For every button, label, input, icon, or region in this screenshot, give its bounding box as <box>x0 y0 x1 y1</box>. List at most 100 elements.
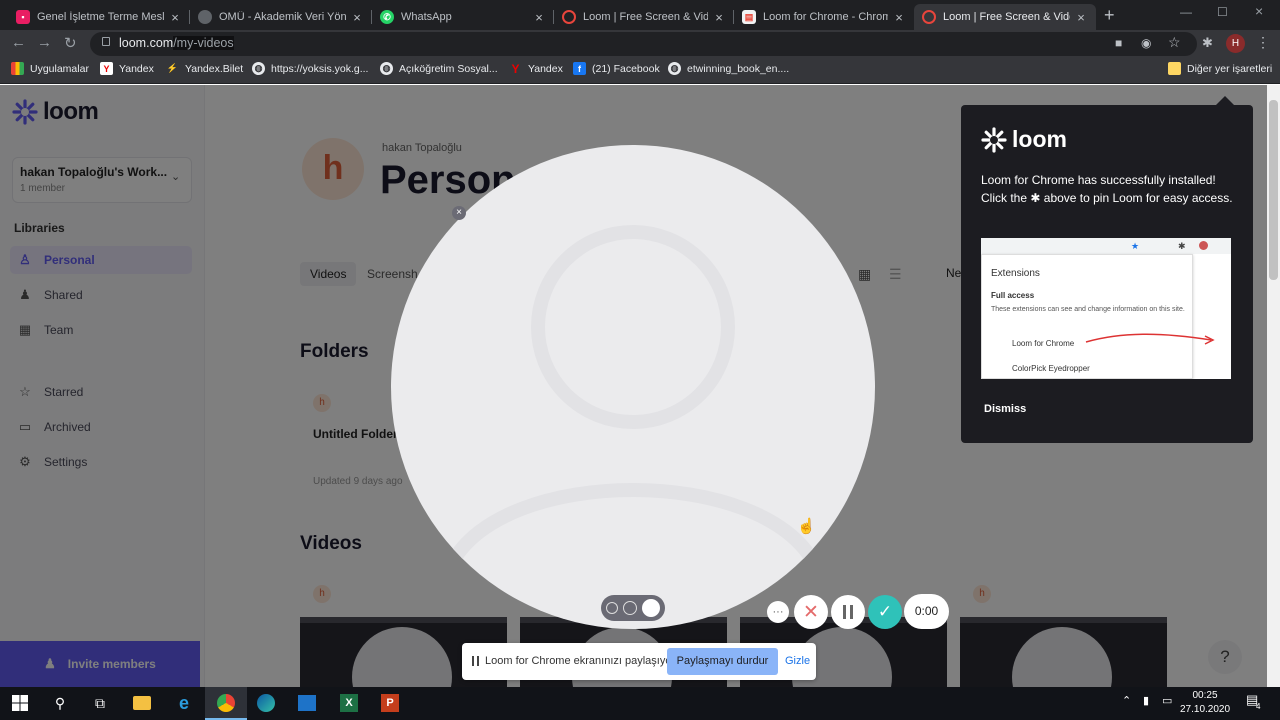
yandex-icon: Y <box>100 62 113 75</box>
address-bar[interactable] <box>90 32 1197 56</box>
edge-icon[interactable] <box>254 691 278 715</box>
pause-icon <box>472 656 479 666</box>
file-explorer-icon[interactable] <box>130 691 154 715</box>
browser-tab[interactable]: Loom | Free Screen & Video × <box>554 4 734 30</box>
close-tab-icon[interactable]: × <box>712 10 726 25</box>
microphone-icon[interactable]: ▮ <box>1143 694 1149 707</box>
clock-time: 00:25 <box>1192 690 1218 701</box>
chrome-icon[interactable] <box>214 691 238 715</box>
photos-icon[interactable] <box>295 691 319 715</box>
size-small-icon[interactable] <box>606 602 619 614</box>
reload-icon[interactable]: ↻ <box>64 34 77 52</box>
taskbar-clock[interactable]: 00:25 27.10.2020 <box>1180 689 1230 717</box>
extensions-puzzle-icon[interactable]: ✱ <box>1202 35 1213 51</box>
lock-icon <box>102 37 110 46</box>
more-menu-icon[interactable]: ⋮ <box>1256 34 1270 51</box>
stop-sharing-button[interactable]: Paylaşmayı durdur <box>667 648 778 675</box>
close-tab-icon[interactable]: × <box>350 10 364 25</box>
notification-count: 4 <box>1256 702 1261 711</box>
url-text[interactable]: loom.com/my-videos <box>119 36 234 50</box>
new-tab-icon[interactable]: + <box>1104 5 1115 26</box>
close-tab-icon[interactable]: × <box>168 10 182 25</box>
bookmark-item[interactable]: Y Yandex <box>100 62 154 75</box>
task-view-icon[interactable]: ⧉ <box>88 691 112 715</box>
profile-avatar[interactable]: H <box>1226 34 1245 53</box>
size-large-icon[interactable] <box>641 599 660 617</box>
more-options-icon[interactable]: ··· <box>767 601 789 623</box>
full-access-desc: These extensions can see and change info… <box>991 306 1185 313</box>
yandex-bilet-icon: ⚡ <box>166 63 179 73</box>
bookmark-item[interactable]: Y Yandex <box>509 62 562 76</box>
dismiss-button[interactable]: Dismiss <box>984 403 1026 415</box>
close-tab-icon[interactable]: × <box>892 10 906 25</box>
browser-tab[interactable]: ✆ WhatsApp × <box>372 4 554 30</box>
cancel-recording-button[interactable]: ✕ <box>794 595 828 629</box>
bookmark-item[interactable]: ◍ etwinning_book_en.... <box>668 62 789 75</box>
red-arrow-icon <box>1085 333 1215 345</box>
browser-tab[interactable]: OMÜ - Akademik Veri Yönet × <box>190 4 372 30</box>
apps-grid-icon <box>11 62 24 75</box>
other-bookmarks[interactable]: Diğer yer işaretleri <box>1168 62 1272 75</box>
battery-icon[interactable]: ▭ <box>1162 694 1172 707</box>
internet-explorer-icon[interactable]: e <box>172 691 196 715</box>
bookmark-item[interactable]: ⚡ Yandex.Bilet <box>166 62 243 75</box>
avatar <box>1199 241 1208 250</box>
chrome-store-icon: ▤ <box>742 10 756 24</box>
loom-logo-icon <box>981 126 1007 153</box>
close-tab-icon[interactable]: × <box>532 10 546 25</box>
extension-item-loom: Loom for Chrome <box>1012 339 1075 348</box>
bookmark-item[interactable]: ◍ https://yoksis.yok.g... <box>252 62 368 75</box>
maximize-icon[interactable]: ☐ <box>1217 5 1228 19</box>
tab-title: WhatsApp <box>401 11 452 23</box>
close-tab-icon[interactable]: × <box>1074 10 1088 25</box>
extensions-title: Extensions <box>991 268 1040 279</box>
sharing-message: Loom for Chrome ekranınızı paylaşıyor. <box>485 655 678 667</box>
bookmark-item[interactable]: f (21) Facebook <box>573 62 660 75</box>
globe-icon: ◍ <box>668 62 681 75</box>
bookmark-item[interactable]: Uygulamalar <box>11 62 89 75</box>
hide-button[interactable]: Gizle <box>785 655 810 667</box>
windows-start-icon[interactable] <box>8 691 32 715</box>
tab-title: Loom | Free Screen & Video <box>583 11 708 23</box>
close-window-icon[interactable]: × <box>1255 3 1263 19</box>
full-access-label: Full access <box>991 291 1035 300</box>
finish-recording-button[interactable]: ✓ <box>868 595 902 629</box>
bookmark-star-icon[interactable]: ☆ <box>1168 34 1181 51</box>
tab-title: Genel İşletme Terme Meslek <box>37 11 164 23</box>
close-icon: ✕ <box>803 601 819 623</box>
camera-icon[interactable]: ■ <box>1115 36 1122 50</box>
bookmark-item[interactable]: ◍ Açıköğretim Sosyal... <box>380 62 498 75</box>
loom-favicon-icon <box>922 10 936 24</box>
facebook-icon: f <box>573 62 586 75</box>
show-hidden-icons-icon[interactable]: ⌃ <box>1122 694 1131 707</box>
pause-icon <box>843 605 853 619</box>
scrollbar-thumb[interactable] <box>1269 100 1278 280</box>
hand-cursor-icon: ☝ <box>797 518 816 535</box>
back-icon[interactable]: ← <box>11 34 26 51</box>
tab-title: Loom for Chrome - Chrome <box>763 11 888 23</box>
size-medium-icon[interactable] <box>622 601 637 615</box>
bubble-size-toggle[interactable] <box>601 595 665 621</box>
browser-tab[interactable]: ▤ Loom for Chrome - Chrome × <box>734 4 914 30</box>
tab-title: OMÜ - Akademik Veri Yönet <box>219 11 346 23</box>
tab-favicon-icon: ▪ <box>16 10 30 24</box>
popup-loom-logo: loom <box>981 126 1067 153</box>
browser-tab-active[interactable]: Loom | Free Screen & Video × <box>914 4 1096 30</box>
forward-icon[interactable]: → <box>37 34 52 51</box>
eye-off-icon[interactable]: ◉ <box>1141 36 1151 50</box>
popup-message: Loom for Chrome has successfully install… <box>981 173 1233 205</box>
close-camera-icon[interactable]: × <box>452 206 466 220</box>
pause-recording-button[interactable] <box>831 595 865 629</box>
browser-tab[interactable]: ▪ Genel İşletme Terme Meslek × <box>8 4 190 30</box>
minimize-icon[interactable]: — <box>1180 5 1192 19</box>
extension-item-colorpick: ColorPick Eyedropper <box>1012 364 1090 373</box>
globe-icon: ◍ <box>252 62 265 75</box>
excel-icon[interactable]: X <box>337 691 361 715</box>
recording-timer: 0:00 <box>904 594 949 629</box>
search-icon[interactable]: ⚲ <box>48 691 72 715</box>
powerpoint-icon[interactable]: P <box>378 691 402 715</box>
puzzle-icon: ✱ <box>1178 241 1186 251</box>
folder-icon <box>1168 62 1181 75</box>
star-icon: ★ <box>1131 241 1140 251</box>
puzzle-icon: ✱ <box>1030 191 1041 205</box>
